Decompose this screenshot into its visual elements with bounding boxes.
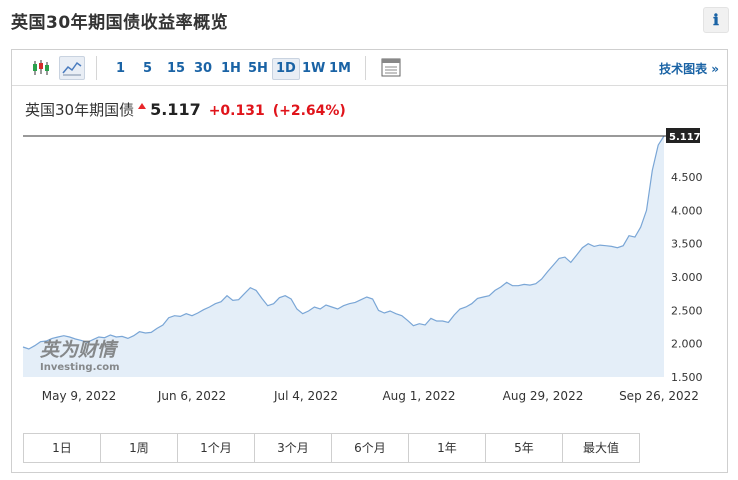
x-tick-label: Jun 6, 2022 (157, 389, 226, 403)
range-1w[interactable]: 1周 (100, 433, 178, 463)
x-tick-label: Aug 29, 2022 (503, 389, 584, 403)
series-area (23, 136, 664, 377)
y-tick-label: 1.500 (671, 371, 703, 384)
range-6m[interactable]: 6个月 (331, 433, 409, 463)
chart-frame: 1 5 15 30 1H 5H 1D 1W 1M 技术图表 » 英国30年期国债… (11, 49, 728, 473)
watermark-sub: Investing.com (40, 362, 120, 373)
price-chart[interactable]: 1.500 2.000 2.500 3.000 3.500 4.000 4.500 May … (12, 50, 727, 430)
info-icon[interactable]: ℹ (703, 7, 729, 33)
last-price-label: 5.117 (669, 132, 701, 143)
x-tick-label: Jul 4, 2022 (273, 389, 338, 403)
range-3m[interactable]: 3个月 (254, 433, 332, 463)
range-selector: 1日 1周 1个月 3个月 6个月 1年 5年 最大值 (23, 433, 640, 463)
x-tick-label: Sep 26, 2022 (619, 389, 699, 403)
range-1y[interactable]: 1年 (408, 433, 486, 463)
range-1d[interactable]: 1日 (23, 433, 101, 463)
range-1m[interactable]: 1个月 (177, 433, 255, 463)
page-title: 英国30年期国债收益率概览 (11, 13, 229, 33)
y-tick-label: 2.000 (671, 338, 703, 351)
y-tick-label: 2.500 (671, 304, 703, 317)
y-tick-label: 3.000 (671, 271, 703, 284)
range-max[interactable]: 最大值 (562, 433, 640, 463)
watermark-brand: 英为财情 (40, 339, 119, 361)
y-tick-label: 4.500 (671, 171, 703, 184)
range-5y[interactable]: 5年 (485, 433, 563, 463)
investing-watermark: 英为财情Investing.com (40, 339, 120, 373)
last-price-marker: 5.117 (666, 128, 701, 143)
x-tick-label: Aug 1, 2022 (382, 389, 455, 403)
y-tick-label: 3.500 (671, 238, 703, 251)
x-tick-label: May 9, 2022 (42, 389, 116, 403)
y-tick-label: 4.000 (671, 204, 703, 217)
